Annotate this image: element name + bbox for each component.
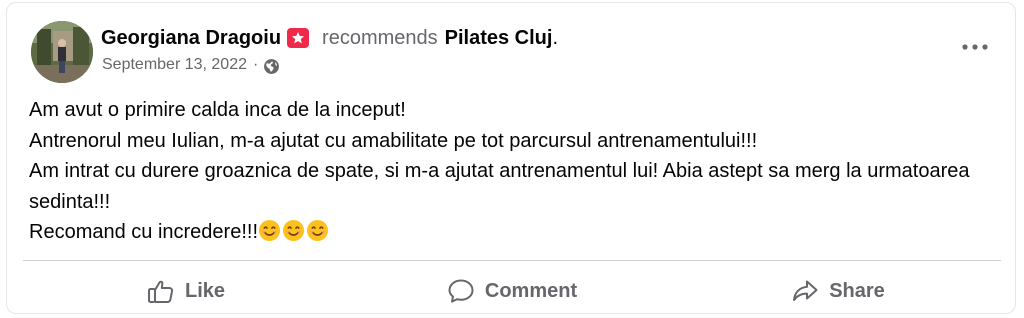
post-header: Georgiana Dragoiu recommends Pilates Clu… — [101, 25, 558, 51]
like-label: Like — [184, 279, 226, 302]
header-period: . — [552, 27, 559, 49]
globe-icon[interactable] — [263, 58, 280, 75]
like-icon — [147, 278, 175, 304]
author-name[interactable]: Georgiana Dragoiu — [101, 25, 281, 51]
post-line: Am intrat cu durere groaznica de spate, … — [29, 160, 970, 213]
post-line: Am avut o primire calda inca de la incep… — [29, 99, 406, 121]
post-card: Georgiana Dragoiu recommends Pilates Clu… — [6, 2, 1016, 314]
recommend-star-icon — [287, 28, 310, 48]
share-button[interactable]: Share — [675, 265, 1001, 317]
post-line-last: Recomand cu incredere!!! — [29, 217, 1004, 248]
smiling-face-emoji — [258, 219, 281, 242]
share-icon — [791, 278, 819, 304]
post-line-text: Recomand cu incredere!!! — [29, 221, 259, 243]
comment-button[interactable]: Comment — [349, 265, 675, 317]
post-line: Antrenorul meu Iulian, m-a ajutat cu ama… — [29, 129, 758, 152]
more-options-icon[interactable] — [961, 39, 989, 55]
smiling-face-emoji — [282, 219, 305, 242]
post-date[interactable]: September 13, 2022 — [102, 56, 247, 74]
share-label: Share — [829, 279, 885, 302]
post-actions: Like Comment Share — [23, 265, 1001, 317]
date-separator: · — [253, 56, 259, 73]
post-meta: September 13, 2022 · — [102, 55, 280, 75]
comment-icon — [447, 278, 475, 304]
recommends-label: recommends — [322, 27, 438, 49]
comment-label: Comment — [484, 279, 578, 302]
actions-divider — [23, 260, 1001, 261]
avatar[interactable] — [31, 21, 93, 83]
smiling-face-emoji — [306, 219, 329, 242]
like-button[interactable]: Like — [23, 265, 349, 317]
page-name-link[interactable]: Pilates Cluj — [445, 25, 553, 51]
post-body: Am avut o primire calda inca de la incep… — [29, 95, 1004, 248]
